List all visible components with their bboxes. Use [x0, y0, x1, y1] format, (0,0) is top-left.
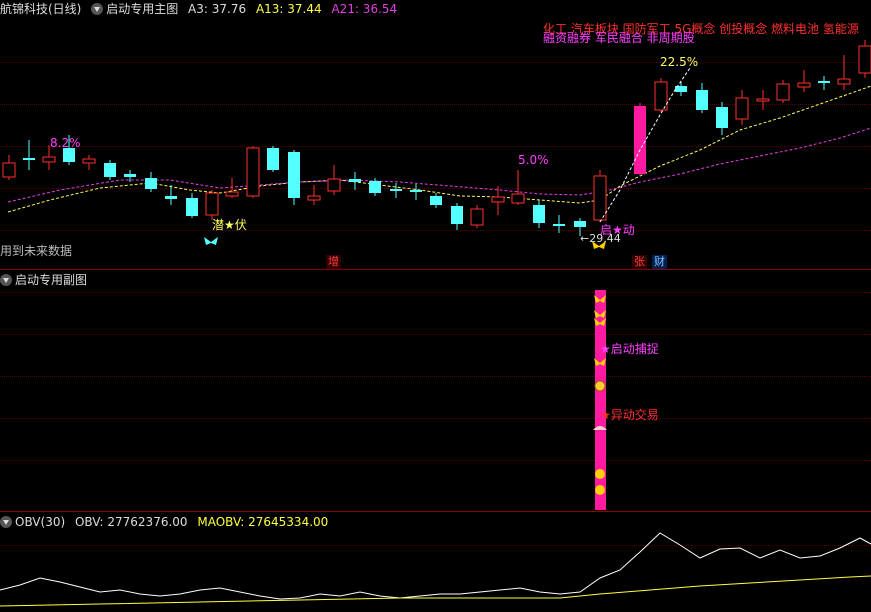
candle — [23, 140, 35, 170]
candle — [818, 76, 830, 90]
candle — [288, 150, 300, 205]
candle — [776, 80, 790, 103]
capture-signal: ★启动捕捉 — [600, 342, 659, 356]
pct-label-1: 8.2% — [50, 136, 81, 150]
candle — [696, 83, 708, 113]
sub-chart-header[interactable]: 启动专用副图 — [0, 271, 93, 289]
ingot-icon — [595, 485, 605, 495]
ma-magenta-line — [7, 127, 871, 203]
obv-header[interactable]: OBV(30) OBV: 27762376.00 MAOBV: 27645334… — [0, 513, 334, 531]
qianfu-signal: 潜★伏 — [212, 218, 247, 232]
maobv-line — [0, 575, 871, 607]
candle — [349, 172, 361, 190]
candle — [307, 185, 321, 205]
candle — [165, 185, 177, 205]
candle — [225, 178, 239, 198]
candle — [430, 193, 442, 208]
candle — [533, 200, 545, 228]
expand-triangle-icon[interactable] — [0, 273, 12, 286]
candle — [716, 102, 728, 135]
moneybag-icon — [594, 380, 606, 392]
maobv-value: MAOBV: 27645334.00 — [197, 515, 329, 529]
candle — [246, 146, 260, 198]
candle — [593, 170, 607, 222]
future-data-note: 用到未来数据 — [0, 244, 73, 258]
candle — [124, 170, 136, 182]
candle — [451, 203, 463, 230]
candle — [82, 155, 96, 170]
tag-zeng[interactable]: 增 — [326, 255, 341, 269]
candle — [511, 170, 525, 205]
pct-label-2: 5.0% — [518, 153, 549, 167]
tag-cai[interactable]: 财 — [652, 255, 667, 269]
candle — [837, 55, 851, 90]
candle — [390, 183, 402, 198]
candle — [327, 165, 341, 195]
candle — [735, 90, 749, 125]
obv-value: OBV: 27762376.00 — [74, 515, 188, 529]
tag-zhang[interactable]: 张 — [632, 255, 647, 269]
candle — [858, 40, 871, 78]
candle — [470, 205, 484, 228]
candles — [2, 40, 871, 236]
obv-line — [0, 532, 871, 600]
obv-name: OBV(30) — [15, 515, 66, 529]
candle — [553, 215, 565, 233]
candle — [145, 172, 157, 192]
pct-label-3: 22.5% — [660, 55, 699, 69]
candle — [267, 146, 279, 172]
ingot-icon — [595, 469, 605, 479]
candle — [756, 90, 770, 110]
margin-info: 融资融券 军民融合 非周期股 — [543, 31, 695, 45]
abnormal-signal: ★异动交易 — [600, 408, 659, 422]
candle — [104, 160, 116, 180]
candle — [675, 82, 687, 96]
candle — [797, 70, 811, 92]
expand-triangle-icon[interactable] — [0, 515, 12, 528]
sub-indicator-name: 启动专用副图 — [15, 273, 88, 287]
candle — [634, 103, 646, 176]
candle — [186, 193, 198, 218]
butterfly-icon — [204, 237, 218, 245]
low-price-label: ←29.44 — [580, 232, 621, 245]
candle — [2, 155, 16, 180]
candle — [410, 184, 422, 200]
